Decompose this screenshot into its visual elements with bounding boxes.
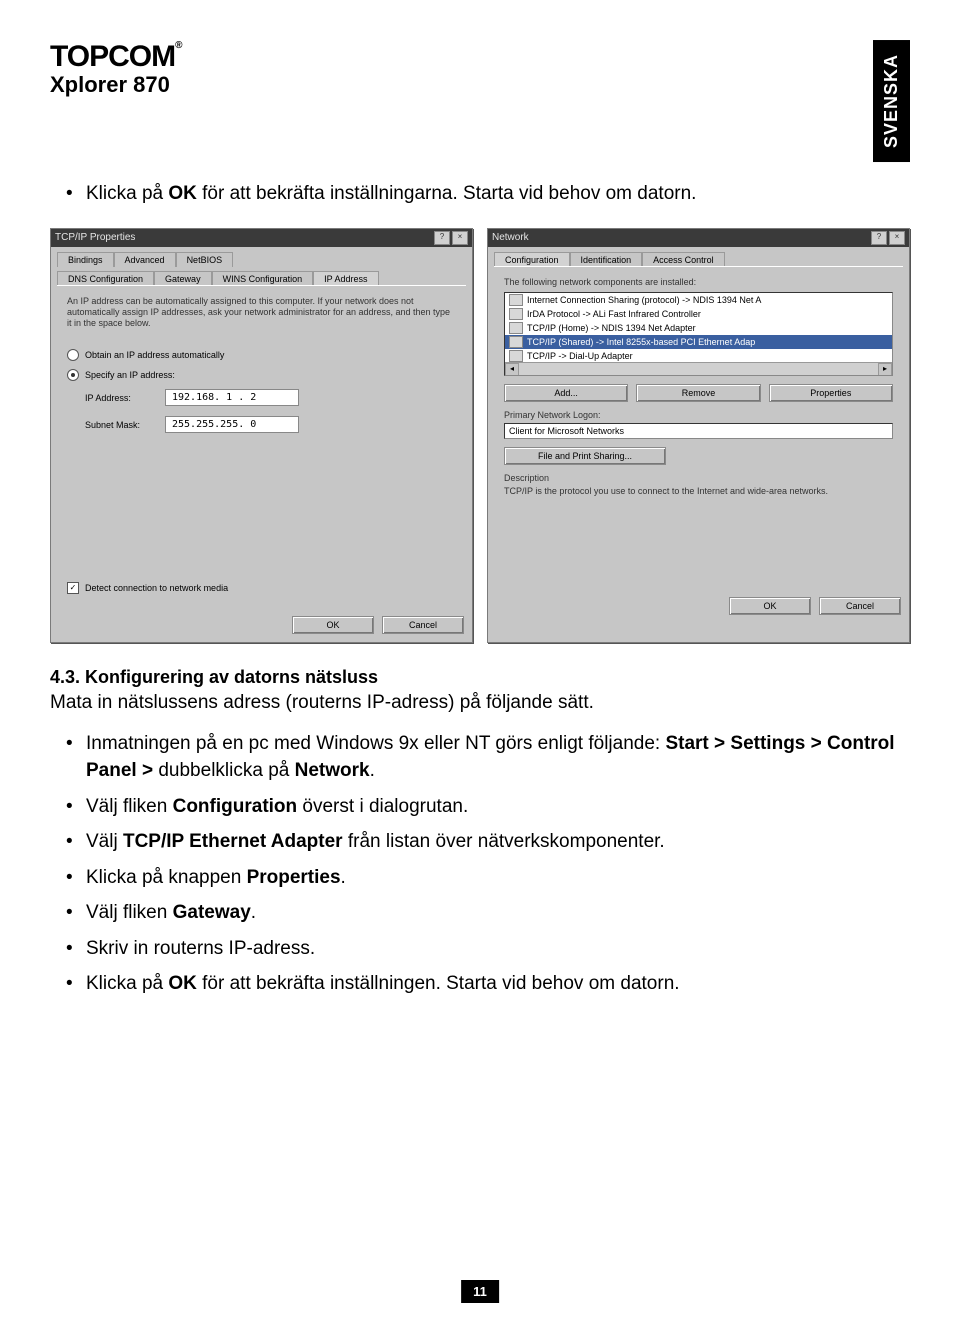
page-number: 11 — [461, 1280, 499, 1303]
tabs-row-1: Bindings Advanced NetBIOS — [51, 247, 472, 266]
product-name: Xplorer 870 — [50, 72, 182, 98]
titlebar: Network ? × — [488, 229, 909, 247]
cancel-button[interactable]: Cancel — [819, 597, 901, 615]
remove-button[interactable]: Remove — [636, 384, 760, 402]
tab-gateway[interactable]: Gateway — [154, 271, 212, 286]
instruction-item: Skriv in routerns IP-adress. — [86, 935, 910, 963]
tab-advanced[interactable]: Advanced — [114, 252, 176, 267]
scroll-left-icon[interactable]: ◂ — [505, 363, 519, 376]
tab-wins-config[interactable]: WINS Configuration — [212, 271, 314, 286]
help-icon[interactable]: ? — [871, 231, 887, 245]
scroll-right-icon[interactable]: ▸ — [878, 363, 892, 376]
dialog-button-row: OK Cancel — [51, 610, 472, 642]
description-label: Description — [504, 473, 893, 484]
ok-button[interactable]: OK — [729, 597, 811, 615]
close-icon[interactable]: × — [452, 231, 468, 245]
brand-block: TOPCOM® Xplorer 870 — [50, 40, 182, 98]
section-heading: 4.3. Konfigurering av datorns nätsluss — [50, 667, 910, 688]
network-tabs: Configuration Identification Access Cont… — [488, 247, 909, 266]
help-icon[interactable]: ? — [434, 231, 450, 245]
tab-ip-address[interactable]: IP Address — [313, 271, 378, 286]
radio-icon — [67, 369, 79, 381]
window-title: TCP/IP Properties — [55, 232, 135, 243]
language-tab: SVENSKA — [873, 40, 910, 162]
instruction-item: Klicka på knappen Properties. — [86, 864, 910, 892]
screenshots-row: TCP/IP Properties ? × Bindings Advanced … — [50, 228, 910, 643]
ip-address-label: IP Address: — [85, 393, 155, 403]
tabs-row-2: DNS Configuration Gateway WINS Configura… — [51, 266, 472, 285]
page-header: TOPCOM® Xplorer 870 SVENSKA — [50, 40, 910, 162]
tab-panel: The following network components are ins… — [494, 266, 903, 585]
list-item[interactable]: TCP/IP (Home) -> NDIS 1394 Net Adapter — [505, 321, 892, 335]
instruction-item: Klicka på OK för att bekräfta inställnin… — [86, 970, 910, 998]
components-label: The following network components are ins… — [504, 277, 893, 288]
properties-button[interactable]: Properties — [769, 384, 893, 402]
instruction-item: Klicka på OK för att bekräfta inställnin… — [86, 180, 910, 208]
network-dialog: Network ? × Configuration Identification… — [487, 228, 910, 643]
dialog-button-row: OK Cancel — [488, 591, 909, 623]
tab-netbios[interactable]: NetBIOS — [176, 252, 234, 267]
protocol-icon — [509, 294, 523, 306]
file-print-sharing-button[interactable]: File and Print Sharing... — [504, 447, 666, 465]
description-text: TCP/IP is the protocol you use to connec… — [504, 486, 893, 497]
protocol-icon — [509, 336, 523, 348]
tab-dns-config[interactable]: DNS Configuration — [57, 271, 154, 286]
tab-identification[interactable]: Identification — [570, 252, 643, 267]
top-instruction-list: Klicka på OK för att bekräfta inställnin… — [50, 180, 910, 208]
section-subtext: Mata in nätslussens adress (routerns IP-… — [50, 692, 910, 714]
radio-icon — [67, 349, 79, 361]
primary-logon-select[interactable]: Client for Microsoft Networks — [504, 423, 893, 439]
window-title: Network — [492, 232, 529, 243]
instruction-item: Inmatningen på en pc med Windows 9x elle… — [86, 730, 910, 785]
list-item[interactable]: IrDA Protocol -> ALi Fast Infrared Contr… — [505, 307, 892, 321]
detect-media-checkbox[interactable]: ✓ Detect connection to network media — [67, 582, 456, 594]
instruction-item: Välj fliken Gateway. — [86, 899, 910, 927]
panel-description: An IP address can be automatically assig… — [67, 296, 456, 330]
list-item[interactable]: TCP/IP -> Dial-Up Adapter — [505, 349, 892, 363]
tab-access-control[interactable]: Access Control — [642, 252, 725, 267]
radio-specify-ip[interactable]: Specify an IP address: — [67, 369, 456, 381]
ip-address-row: IP Address: 192.168. 1 . 2 — [85, 389, 456, 406]
tab-bindings[interactable]: Bindings — [57, 252, 114, 267]
protocol-icon — [509, 350, 523, 362]
brand-logo: TOPCOM® — [50, 40, 182, 74]
subnet-mask-row: Subnet Mask: 255.255.255. 0 — [85, 416, 456, 433]
ip-address-input[interactable]: 192.168. 1 . 2 — [165, 389, 299, 406]
primary-logon-label: Primary Network Logon: — [504, 410, 893, 421]
radio-obtain-auto[interactable]: Obtain an IP address automatically — [67, 349, 456, 361]
tcpip-properties-dialog: TCP/IP Properties ? × Bindings Advanced … — [50, 228, 473, 643]
close-icon[interactable]: × — [889, 231, 905, 245]
list-item[interactable]: TCP/IP (Shared) -> Intel 8255x-based PCI… — [505, 335, 892, 349]
checkbox-icon: ✓ — [67, 582, 79, 594]
add-button[interactable]: Add... — [504, 384, 628, 402]
main-instruction-list: Inmatningen på en pc med Windows 9x elle… — [50, 730, 910, 998]
subnet-mask-label: Subnet Mask: — [85, 420, 155, 430]
ok-button[interactable]: OK — [292, 616, 374, 634]
instruction-item: Välj TCP/IP Ethernet Adapter från listan… — [86, 828, 910, 856]
protocol-icon — [509, 308, 523, 320]
instruction-item: Välj fliken Configuration överst i dialo… — [86, 793, 910, 821]
protocol-icon — [509, 322, 523, 334]
titlebar: TCP/IP Properties ? × — [51, 229, 472, 247]
components-listbox[interactable]: Internet Connection Sharing (protocol) -… — [504, 292, 893, 376]
list-item[interactable]: Internet Connection Sharing (protocol) -… — [505, 293, 892, 307]
cancel-button[interactable]: Cancel — [382, 616, 464, 634]
tab-configuration[interactable]: Configuration — [494, 252, 570, 267]
subnet-mask-input[interactable]: 255.255.255. 0 — [165, 416, 299, 433]
component-buttons: Add... Remove Properties — [504, 384, 893, 402]
horizontal-scrollbar[interactable]: ◂ ▸ — [505, 362, 892, 375]
tab-panel: An IP address can be automatically assig… — [57, 285, 466, 604]
